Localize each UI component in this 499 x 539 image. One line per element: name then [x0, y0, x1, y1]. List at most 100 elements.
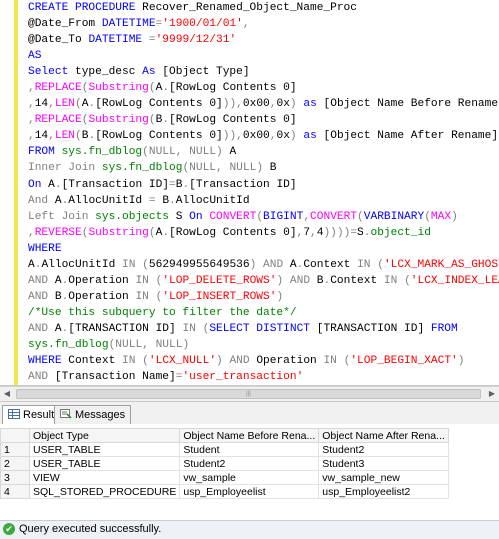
grid-cell[interactable]: vw_sample_new	[318, 470, 449, 485]
column-header[interactable]: Object Name Before Rena...	[179, 428, 320, 443]
code-token: (	[377, 258, 384, 271]
grid-cell[interactable]: Student3	[318, 456, 449, 471]
code-line: AND A.[TRANSACTION ID] IN (SELECT DISTIN…	[28, 321, 499, 337]
table-row[interactable]: 3 VIEW vw_sample vw_sample_new	[0, 470, 449, 485]
query-editor[interactable]: CREATE PROCEDURE Recover_Renamed_Object_…	[0, 0, 499, 386]
check-icon: ✔	[3, 523, 15, 535]
code-token: A	[289, 258, 297, 271]
editor-horizontal-scrollbar[interactable]: ◀ ||| ▶	[0, 386, 499, 402]
code-token: AND	[28, 274, 55, 287]
code-token: )	[457, 355, 465, 368]
code-line: WHERE Context IN ('LCX_NULL') AND Operat…	[28, 353, 499, 369]
code-token: @Date_To	[28, 34, 89, 47]
code-token: =	[148, 194, 163, 207]
row-number[interactable]: 2	[0, 456, 30, 471]
grid-cell[interactable]: Student	[179, 442, 320, 457]
code-token: ,	[48, 98, 55, 111]
code-token: IN	[383, 274, 405, 287]
table-row[interactable]: 4 SQL_STORED_PROCEDURE usp_Employeelist usp…	[0, 484, 449, 499]
code-token: [RowLog Contents 0]	[95, 130, 223, 143]
grid-cell[interactable]: SQL_STORED_PROCEDURE	[28, 484, 181, 499]
sql-code[interactable]: CREATE PROCEDURE Recover_Renamed_Object_…	[28, 0, 499, 385]
code-token: Select	[28, 66, 75, 79]
code-token: IN	[135, 274, 156, 287]
code-token: DATETIME	[101, 18, 156, 31]
table-row[interactable]: 2 USER_TABLE Student2 Student3	[0, 456, 449, 471]
column-header[interactable]: Object Type	[28, 428, 181, 443]
code-token: CONVERT	[310, 210, 358, 223]
code-line: ,14,LEN(A.[RowLog Contents 0])),0x00,0x)…	[28, 96, 499, 112]
code-line: On A.[Transaction ID]=B.[Transaction ID]	[28, 177, 499, 193]
code-token: SELECT DISTINCT	[209, 322, 317, 335]
code-token: CONVERT	[209, 210, 257, 223]
tab-messages[interactable]: Messages	[54, 405, 132, 424]
code-line: ,14,LEN(B.[RowLog Contents 0])),0x00,0x)…	[28, 128, 499, 144]
code-line: /*Use this subquery to filter the date*/	[28, 305, 499, 321]
code-token: (	[148, 82, 156, 95]
code-line: AND [Transaction Name]='user_transaction…	[28, 369, 499, 385]
code-token: as	[303, 98, 324, 111]
code-token: 'LOP_INSERT_ROWS'	[162, 290, 277, 303]
code-token: )	[289, 130, 304, 143]
code-token: '1900/01/01'	[162, 18, 243, 31]
row-number[interactable]: 1	[0, 442, 30, 457]
column-header[interactable]: Object Name After Rena...	[318, 428, 449, 443]
code-token: .	[169, 194, 176, 207]
code-token: )	[451, 210, 458, 223]
code-line: Select type_desc As [Object Type]	[28, 64, 499, 80]
row-number[interactable]: 4	[0, 484, 30, 499]
code-token: REVERSE	[34, 226, 82, 239]
grid-cell[interactable]: VIEW	[28, 470, 181, 485]
grid-cell[interactable]: Student2	[179, 456, 320, 471]
code-token: S	[175, 210, 190, 223]
code-token: On	[28, 178, 49, 191]
code-token: (	[148, 226, 156, 239]
code-token: AllocUnitId	[175, 194, 250, 207]
code-token: 0x00	[242, 98, 270, 111]
code-token: IN	[135, 290, 156, 303]
grid-cell[interactable]: Student2	[318, 442, 449, 457]
code-token: NULL	[229, 162, 257, 175]
code-token: Left Join	[28, 210, 96, 223]
code-token: ,	[175, 146, 190, 159]
code-token: [RowLog Contents 0]	[169, 226, 297, 239]
code-token: ,	[28, 226, 35, 239]
code-token: 0x	[276, 130, 290, 143]
code-token: )	[216, 355, 230, 368]
code-token: [Transaction Name]	[54, 371, 176, 384]
table-row[interactable]: 1 USER_TABLE Student Student2	[0, 442, 449, 457]
scrollbar-thumb[interactable]: |||	[16, 389, 481, 399]
code-token: Operation	[68, 290, 136, 303]
grid-cell[interactable]: vw_sample	[179, 470, 320, 485]
scroll-left-icon[interactable]: ◀	[0, 387, 14, 401]
row-number[interactable]: 3	[0, 470, 30, 485]
code-token: BIGINT	[263, 210, 304, 223]
grid-cell[interactable]: usp_Employeelist2	[318, 484, 449, 499]
code-token: object_id	[370, 226, 431, 239]
grid-cell[interactable]: usp_Employeelist	[179, 484, 320, 499]
code-token: Context	[330, 274, 384, 287]
code-token: Substring	[88, 82, 149, 95]
code-line: And A.AllocUnitId = B.AllocUnitId	[28, 193, 499, 209]
grid-cell[interactable]: USER_TABLE	[28, 456, 181, 471]
grid-corner[interactable]	[0, 428, 30, 443]
grid-cell[interactable]: USER_TABLE	[28, 442, 181, 457]
code-token: )	[289, 98, 304, 111]
messages-icon	[60, 407, 72, 419]
code-line: sys.fn_dblog(NULL, NULL)	[28, 337, 499, 353]
code-token: And	[28, 194, 55, 207]
code-token: WHERE	[28, 355, 69, 368]
code-token: AND	[289, 274, 317, 287]
results-grid[interactable]: Object Type Object Name Before Rena... O…	[0, 428, 449, 499]
code-token: =	[142, 34, 156, 47]
code-line: AS	[28, 48, 499, 64]
code-token: [RowLog Contents 0]	[95, 98, 223, 111]
code-token: NULL	[115, 338, 143, 351]
scroll-right-icon[interactable]: ▶	[485, 387, 499, 401]
code-token: [Object Type]	[162, 66, 250, 79]
code-token: sys.fn_dblog	[28, 338, 109, 351]
code-token: As	[142, 66, 163, 79]
code-token: (	[424, 210, 431, 223]
code-token: [RowLog Contents 0]	[169, 114, 297, 127]
code-token: DATETIME	[88, 34, 143, 47]
